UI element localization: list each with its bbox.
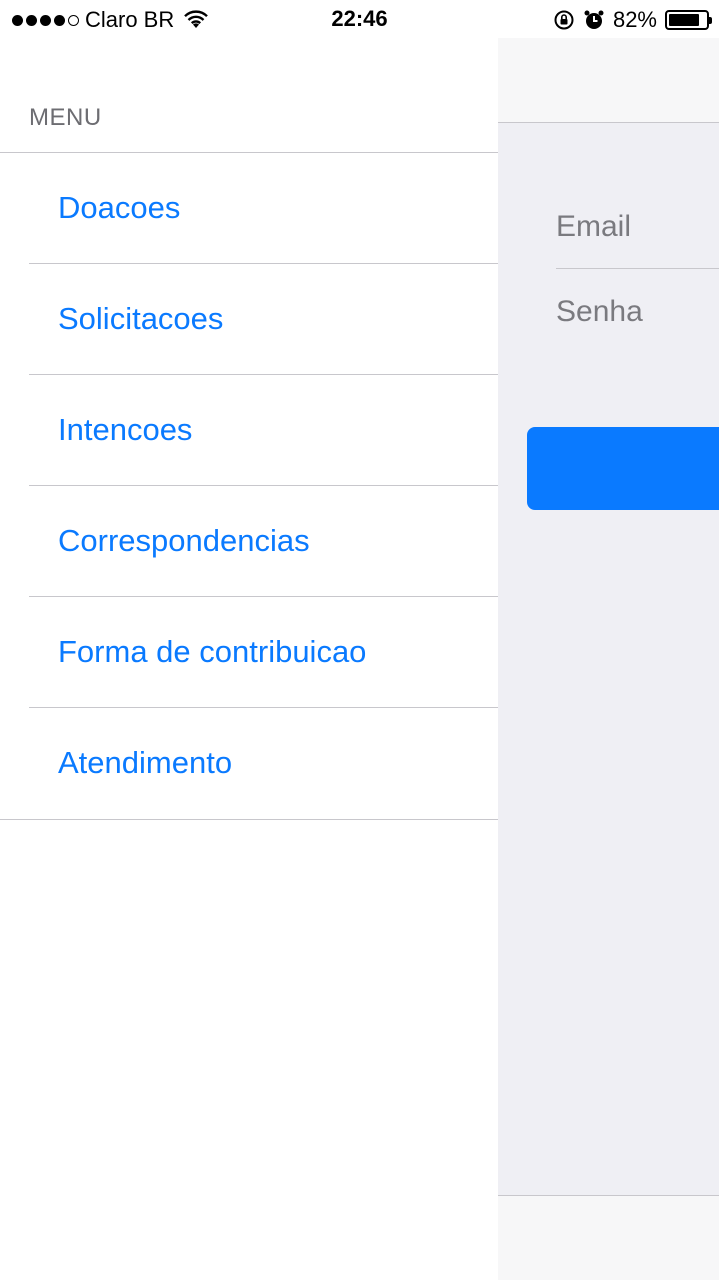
password-field[interactable]: Senha (556, 270, 719, 354)
side-menu-drawer: MENU Doacoes Solicitacoes Intencoes Corr… (0, 38, 498, 1280)
orientation-lock-icon (554, 10, 574, 30)
status-bar: Claro BR 22:46 82% (0, 0, 719, 38)
login-button[interactable] (527, 427, 719, 510)
menu-section-title: MENU (29, 104, 102, 131)
email-field[interactable]: Email (556, 185, 719, 269)
battery-fill (669, 14, 699, 26)
menu-item-forma-de-contribuicao[interactable]: Forma de contribuicao (0, 597, 498, 708)
menu-item-label: Solicitacoes (58, 301, 224, 336)
battery-icon (665, 10, 712, 30)
menu-item-solicitacoes[interactable]: Solicitacoes (0, 264, 498, 375)
menu-list: Doacoes Solicitacoes Intencoes Correspon… (0, 152, 498, 820)
login-form: Email Senha (498, 185, 719, 355)
navigation-bar (498, 38, 719, 123)
alarm-icon (584, 10, 604, 29)
menu-item-atendimento[interactable]: Atendimento (0, 708, 498, 819)
menu-item-intencoes[interactable]: Intencoes (0, 375, 498, 486)
battery-percent: 82% (612, 7, 657, 32)
bottom-bar (498, 1195, 719, 1280)
menu-item-label: Doacoes (58, 190, 181, 225)
menu-item-doacoes[interactable]: Doacoes (0, 153, 498, 264)
login-screen-background: Email Senha (498, 38, 719, 1280)
menu-item-correspondencias[interactable]: Correspondencias (0, 486, 498, 597)
menu-item-label: Correspondencias (58, 523, 310, 558)
menu-item-label: Forma de contribuicao (58, 634, 367, 669)
menu-item-label: Intencoes (58, 412, 193, 447)
status-right: 82% (553, 7, 712, 33)
menu-item-label: Atendimento (58, 745, 233, 780)
